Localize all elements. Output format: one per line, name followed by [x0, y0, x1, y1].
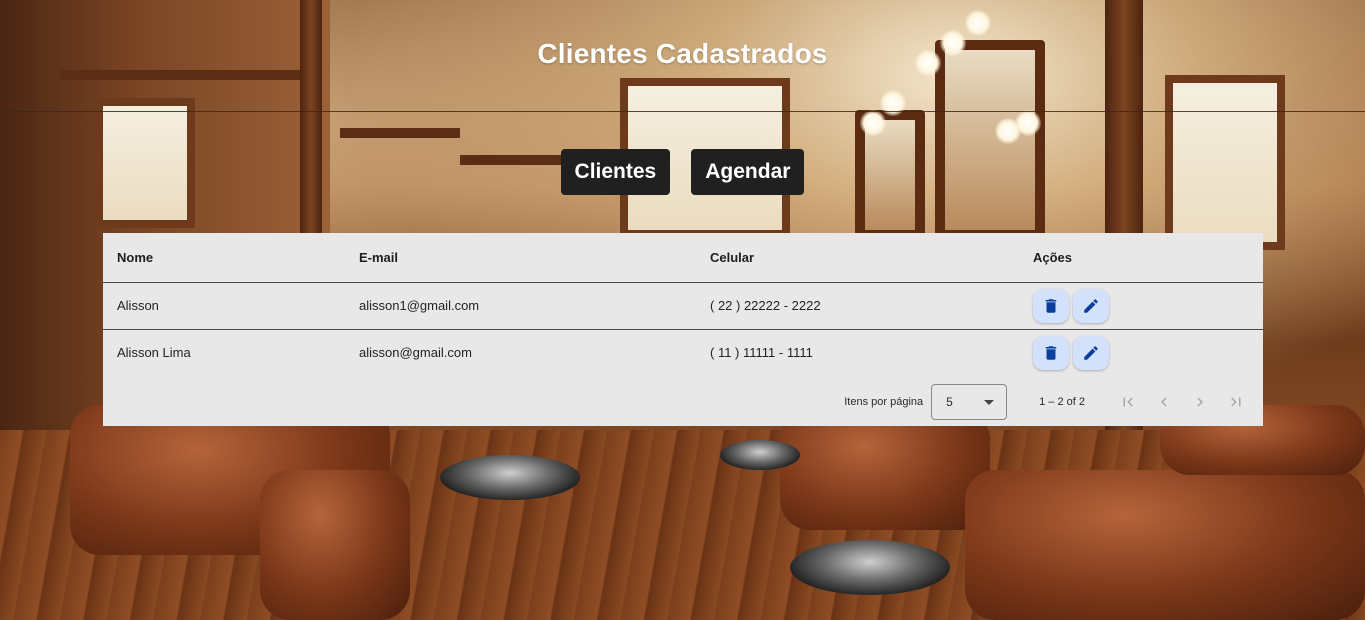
- cell-celular: ( 11 ) 11111 - 1111: [710, 345, 813, 361]
- delete-icon: [1045, 298, 1057, 313]
- chevron-down-icon: [984, 399, 995, 405]
- edit-icon: [1084, 345, 1098, 360]
- previous-page-button[interactable]: [1151, 389, 1177, 415]
- cell-email: alisson1@gmail.com: [345, 282, 696, 330]
- cell-email: alisson@gmail.com: [359, 345, 472, 361]
- edit-button[interactable]: [1073, 288, 1109, 323]
- cell-nome: Alisson: [103, 282, 345, 330]
- table-header-row: Nome E-mail Celular Ações: [103, 233, 1263, 283]
- page-size-value: 5: [946, 395, 953, 409]
- delete-button[interactable]: [1033, 335, 1069, 370]
- cell-nome: Alisson Lima: [117, 345, 191, 361]
- clientes-button[interactable]: Clientes: [560, 149, 671, 195]
- table-row: Alisson alisson1@gmail.com ( 22 ) 22222 …: [103, 282, 1263, 330]
- edit-icon: [1084, 298, 1098, 313]
- page-navigation: [1115, 389, 1249, 415]
- first-page-icon: [1123, 397, 1133, 407]
- delete-button[interactable]: [1033, 288, 1069, 323]
- cell-acoes: [1019, 282, 1263, 330]
- cell-celular: ( 22 ) 22222 - 2222: [696, 282, 1019, 330]
- clients-table: Nome E-mail Celular Ações Alisson alisso…: [103, 233, 1263, 376]
- items-per-page-label: Itens por página: [844, 396, 924, 408]
- next-page-button[interactable]: [1187, 389, 1213, 415]
- page-title: Clientes Cadastrados: [537, 38, 828, 69]
- delete-icon: [1045, 346, 1057, 360]
- column-header-email: E-mail: [345, 233, 696, 283]
- clients-table-card: Nome E-mail Celular Ações Alisson alisso…: [103, 233, 1263, 426]
- cell-acoes: [1019, 329, 1263, 376]
- last-page-icon: [1231, 397, 1241, 407]
- column-header-celular: Celular: [696, 233, 1019, 283]
- last-page-button[interactable]: [1223, 389, 1249, 415]
- table-row: Alisson Lima alisson@gmail.com ( 11 ) 11…: [103, 329, 1263, 376]
- paginator: Itens por página 5 1 – 2 of 2: [103, 378, 1263, 426]
- nav-buttons: Clientes Agendar: [0, 149, 1365, 195]
- edit-button[interactable]: [1073, 335, 1109, 370]
- page-range-label: 1 – 2 of 2: [1039, 396, 1085, 408]
- chevron-right-icon: [1197, 397, 1203, 407]
- column-header-nome: Nome: [103, 233, 345, 283]
- agendar-button[interactable]: Agendar: [691, 149, 805, 195]
- first-page-button[interactable]: [1115, 389, 1141, 415]
- page-size-select[interactable]: 5: [931, 384, 1008, 420]
- header-bar: Clientes Cadastrados: [0, 0, 1365, 112]
- chevron-left-icon: [1161, 397, 1167, 407]
- column-header-acoes: Ações: [1019, 233, 1263, 283]
